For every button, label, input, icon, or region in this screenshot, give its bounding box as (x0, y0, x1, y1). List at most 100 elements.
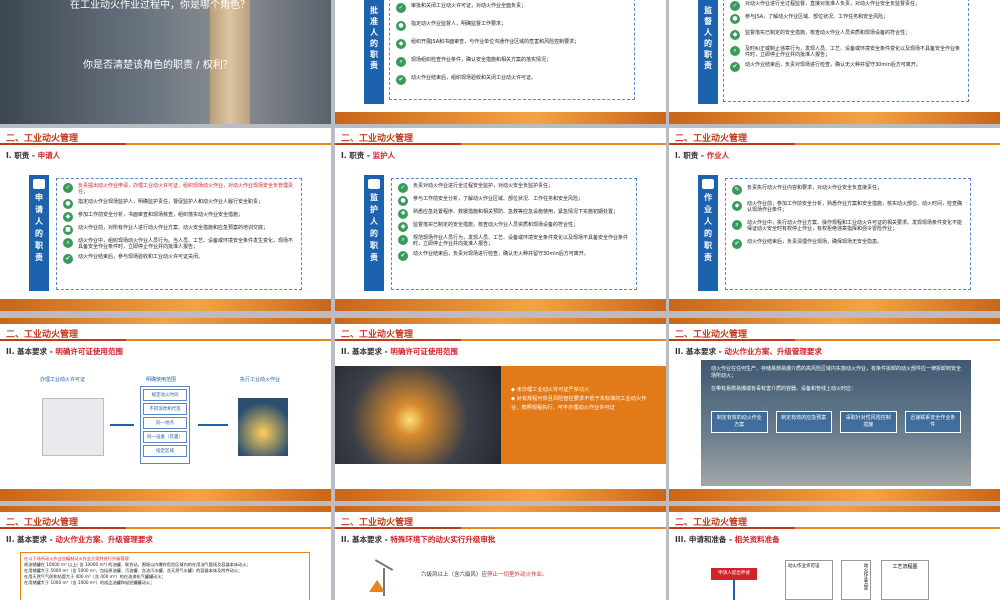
subtitle-highlight: 动火作业方案、升级管理要求 (724, 347, 822, 356)
slide-header: 二、工业动火管理 (335, 512, 666, 529)
guardian-duties: ✓ 负责对动火作业进行全过程安全监护，对动火安全负监护责任； ● 参与工作前安全分析… (391, 178, 637, 290)
slide-subtitle: III. 申请和准备 - 相关资料准备 (675, 534, 780, 545)
duty-text: 审批和关闭工业动火许可证，对动火作业全面负责； (411, 3, 527, 9)
step3-label: 执行工业动火作业 (240, 377, 281, 383)
duty-row: ✔ 动火作业结束后，参与现场验收和工业动火许可证关闭。 (63, 253, 295, 264)
step2-label: 明确使用范围 (146, 377, 177, 383)
scope-item: 同一设备（装置） (143, 431, 187, 443)
duty-row: ✔ 动火作业结束后，负责对现场进行检查，确认无火种并留守30min后方可离开。 (730, 61, 962, 72)
duty-row: ◆ 监督落实已制定的安全措施，核查动火作业人员资质和现场设备的符合性； (398, 222, 630, 232)
slide-6[interactable]: 二、工业动火管理 I. 职责 - 作业人 作业人的职责 ✎ 负责执行动火作业内容和… (669, 128, 1000, 311)
rule-1-text: 未办理工业动火许可证 (516, 387, 569, 393)
measure-boxes: 制定有效的动火作业方案 制定有效的应急预案 采取针对性风险控制措施 迅速联系安全… (711, 411, 961, 433)
slide-4[interactable]: 二、工业动火管理 I. 职责 - 申请人 申请人的职责 ✓ 负责提出动火作业申请，… (0, 128, 331, 311)
slide-footer (0, 299, 331, 311)
hammer-icon: ✎ (732, 185, 742, 195)
arrow-icon (198, 424, 228, 426)
search-icon: ⌕ (398, 235, 408, 245)
duty-text: 规范现场作业人员行为，发现人员、工艺、设备或环境安全条件变化以及现场不具备安全作… (413, 235, 629, 248)
search-icon: ⌕ (732, 219, 742, 230)
subtitle-highlight: 相关资料准备 (734, 535, 780, 544)
slide-header: 二、工业动火管理 (669, 324, 1000, 341)
duty-row: ⌕ 规范现场作业人员行为，发现人员、工艺、设备或环境安全条件变化以及现场不具备安全… (398, 235, 630, 248)
apply-box: 申请人提出申请 (711, 568, 757, 580)
group-icon: ◆ (730, 30, 740, 40)
applicant-duties: ✓ 负责提出动火作业申请，办理工业动火许可证，组织现场动火作业，对动火作业现场安全… (56, 178, 302, 290)
tool-icon: ✚ (398, 209, 408, 219)
slide-12[interactable]: 二、工业动火管理 III. 申请和准备 - 相关资料准备 申请人提出申请 动火作… (669, 506, 1000, 600)
person-badge-icon (368, 179, 380, 189)
group-icon: ◆ (398, 222, 408, 232)
slide-11[interactable]: 二、工业动火管理 II. 基本要求 - 特殊环境下的动火实行升级审批 六级风以上… (335, 506, 666, 600)
approver-duties: ✓ 审批和关闭工业动火许可证，对动火作业全面负责； ● 指定动火作业监督人，明确监督… (389, 0, 635, 100)
person-badge-icon (33, 179, 45, 189)
duty-text: 监督落实已制定的安全措施，核查动火作业人员资质和现场设备的符合性； (745, 30, 911, 36)
slide-subtitle: I. 职责 - 监护人 (341, 150, 395, 161)
slide-5[interactable]: 二、工业动火管理 I. 职责 - 监护人 监护人的职责 ✓ 负责对动火作业进行全过… (335, 128, 666, 311)
duty-row: ● 指定动火作业监督人，明确监督工作要求； (396, 21, 628, 31)
duty-text: 监督落实已制定的安全措施，核查动火作业人员资质和现场设备的符合性； (413, 222, 579, 228)
req-para-1: 动火作业在任何生产、存储易燃易爆介质的高风险区域内实施动火作业，有条件拆卸的动火… (711, 366, 962, 379)
slide-subtitle: I. 职责 - 作业人 (675, 150, 729, 161)
slide-9[interactable]: 二、工业动火管理 II. 基本要求 - 动火作业方案、升级管理要求 动火作业在任… (669, 318, 1000, 501)
duty-text: 动火作业结束后，负责清理作业现场，确保现场无安全隐患。 (747, 238, 883, 245)
duty-text: 负责提出动火作业申请，办理工业动火许可证，组织现场动火作业，对动火作业现场安全负… (78, 183, 294, 196)
plan-doc-title: 动火作业方案 (863, 563, 868, 590)
person-icon: ● (398, 196, 408, 206)
slide-10[interactable]: 二、工业动火管理 II. 基本要求 - 动火作业方案、升级管理要求 在以下场所动… (0, 506, 331, 600)
duty-row: ◆ 参加工作前安全分析，书面审查和现场核查，组织落实动火作业安全措施； (63, 211, 295, 222)
duty-text: 动火作业结束后，负责对现场进行检查，确认无火种并留守30min后方可离开。 (413, 250, 589, 257)
slide-footer (0, 489, 331, 501)
subtitle-prefix: II. 基本要求 - (6, 347, 56, 356)
slide-3[interactable]: 监督人的职责 ✓ 对动火作业进行全过程监督，直接对批准人负责，对动火作业安全负监督… (669, 0, 1000, 124)
measure-box: 制定有效的应急预案 (775, 411, 832, 433)
teach-icon: ■ (63, 224, 73, 235)
duty-text: 动火作业前，对所有作业人进行动火作业方案、动火安全措施和应急预案的培训交底； (78, 224, 269, 231)
duty-row: ⌕ 及时纠正或制止违章行为，发现人员、工艺、设备或环境安全条件变化以及现场不具备安… (730, 46, 962, 59)
person-icon: ● (396, 21, 406, 31)
duty-row: ✎ 负责执行动火作业内容和要求，对动火作业安全负直接责任； (732, 185, 964, 195)
scenario-box: 在以下场所动火作业应编制动火作业方案并进行升级管理： 原油储罐在 10000 m… (20, 552, 310, 600)
slide-7[interactable]: 二、工业动火管理 II. 基本要求 - 明确许可证使用范围 办理工业动火许可证 … (0, 318, 331, 501)
measure-box: 采取针对性风险控制措施 (840, 411, 897, 433)
scope-item: 规定动火时间 (143, 389, 187, 401)
worker-duties: ✎ 负责执行动火作业内容和要求，对动火作业安全负直接责任； ◆ 动火作业前，参加工作… (725, 178, 971, 290)
slide-header: 二、工业动火管理 (0, 128, 331, 145)
subtitle-highlight: 特殊环境下的动火实行升级审批 (390, 535, 496, 544)
subtitle-highlight: 监护人 (372, 151, 396, 160)
subtitle-highlight: 明确许可证使用范围 (55, 347, 123, 356)
scope-item: 不得涂改和代签 (143, 403, 187, 415)
approver-side-label: 批准人的职责 (364, 0, 384, 104)
thumb-icon: ✔ (63, 253, 73, 264)
person-icon: ● (63, 198, 73, 209)
check-icon: ✓ (63, 183, 73, 193)
duty-text: 动火作业结束后，参与现场验收和工业动火许可证关闭。 (78, 253, 204, 260)
slide1-line1: 在工业动火作业过程中，你是哪个角色？ (70, 0, 250, 11)
duty-row: ✔ 动火作业结束后，组织现场验收和关闭工业动火许可证。 (396, 75, 628, 85)
duty-row: ⌕ 动火作业中，组织现场动火作业人员行为。当人员、工艺、设备或环境安全条件发生变化… (63, 237, 295, 251)
person-badge-icon (702, 179, 714, 189)
duty-text: 现场组织检查作业条件，确认安全措施和相关方案的落实情况； (411, 57, 552, 63)
scope-box: 规定动火时间 不得涂改和代签 同一地点 同一设备（装置） 指定区域 (140, 386, 190, 464)
slide-8[interactable]: 二、工业动火管理 II. 基本要求 - 明确许可证使用范围 ◆ 未办理工业动火许… (335, 318, 666, 501)
duty-text: 参与JSA，了解动火作业区域、部位状况、工作任务和安全风险； (745, 14, 889, 20)
duty-row: ◆ 动火作业前，参加工作前安全分析，熟悉作业方案和安全措施，核实动火部位、动火时间… (732, 201, 964, 214)
step1-label: 办理工业动火许可证 (40, 377, 86, 383)
thumb-icon: ✔ (730, 61, 740, 72)
permit-doc: 动火作业许可证 (785, 560, 833, 600)
slide-2[interactable]: 批准人的职责 ✓ 审批和关闭工业动火许可证，对动火作业全面负责； ● 指定动火作业监… (335, 0, 666, 124)
duty-row: ✔ 动火作业结束后，负责对现场进行检查，确认无火种并留守30min后方可离开。 (398, 250, 630, 261)
duty-text: 负责对动火作业进行全过程安全监护，对动火安全负监护责任； (413, 183, 554, 189)
duty-text: 动火作业结束后，负责对现场进行检查，确认无火种并留守30min后方可离开。 (745, 61, 921, 68)
side-text: 作业人的职责 (703, 193, 713, 265)
slide-subtitle: I. 职责 - 申请人 (6, 150, 60, 161)
duty-text: 组织开展JSA和书面审查，与作业单位沟通作业区域的危害和风险控制要求； (411, 39, 580, 45)
slide-1[interactable]: 在工业动火作业过程中，你是哪个角色？ 你是否清楚该角色的职责 / 权利？ (0, 0, 331, 124)
slide-header: 二、工业动火管理 (335, 128, 666, 145)
worker-side-label: 作业人的职责 (698, 175, 718, 291)
slide1-line2: 你是否清楚该角色的职责 / 权利？ (83, 60, 233, 71)
flow-line (733, 580, 735, 600)
scenario-item: 在用储罐大于 1000 m³（含 1000 m³）的成品油罐和轻烃罐罐动火； (24, 580, 155, 585)
wind-sign (369, 580, 385, 592)
slide-header: 二、工业动火管理 (0, 512, 331, 529)
